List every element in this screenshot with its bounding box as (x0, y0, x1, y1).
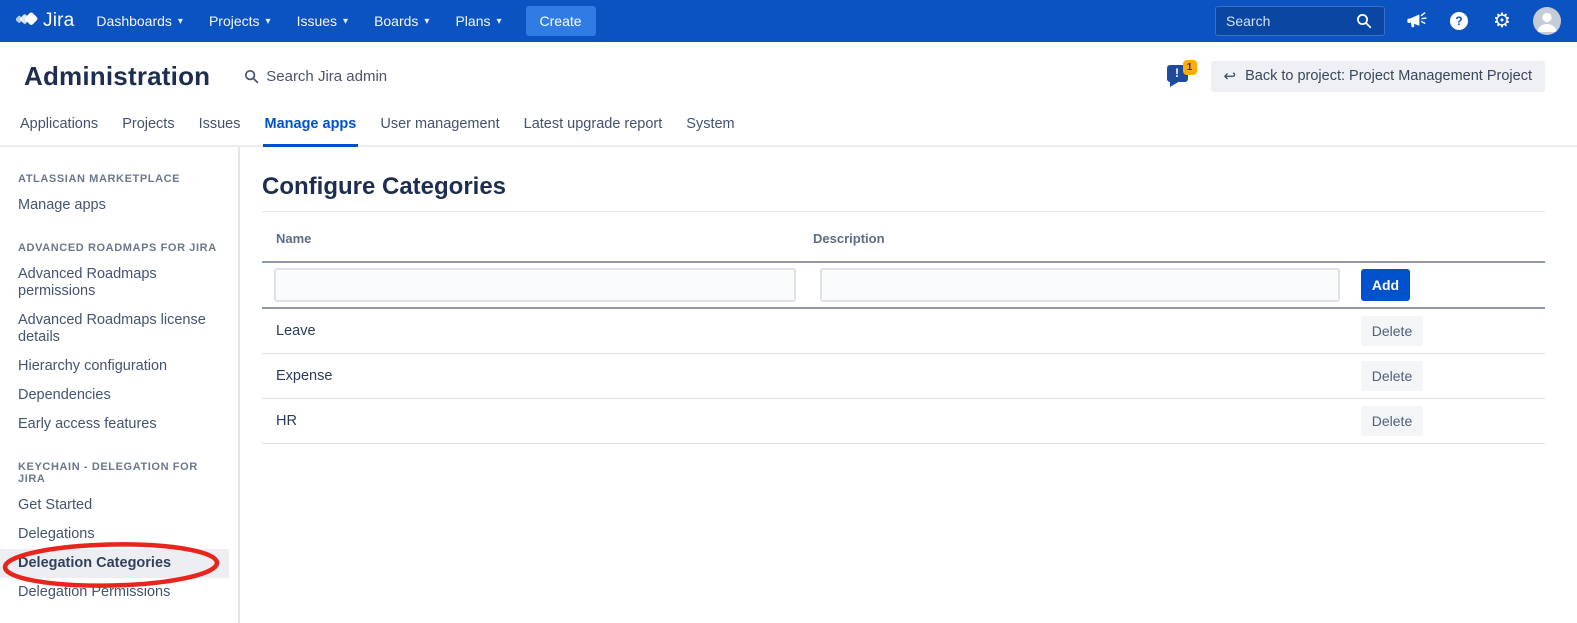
chevron-down-icon: ▾ (343, 15, 348, 27)
nav-search-box[interactable] (1215, 6, 1385, 36)
chevron-down-icon: ▾ (424, 15, 429, 27)
category-name-input[interactable] (274, 268, 796, 302)
sidebar-item-delegation-categories[interactable]: Delegation Categories (0, 549, 229, 578)
table-row: Leave Delete (262, 309, 1545, 354)
sidebar-section-keychain-delegation: KEYCHAIN - DELEGATION FOR JIRA (18, 461, 228, 485)
chevron-down-icon: ▾ (496, 15, 501, 27)
sidebar-item-delegation-permissions[interactable]: Delegation Permissions (18, 578, 223, 607)
notification-icon[interactable]: ! 1 (1167, 62, 1197, 90)
tab-user-management[interactable]: User management (378, 116, 501, 147)
sidebar-item-delegations[interactable]: Delegations (18, 520, 223, 549)
jira-logo-text: Jira (43, 10, 74, 32)
column-header-name: Name (262, 231, 813, 246)
sidebar-item-get-started[interactable]: Get Started (18, 491, 223, 520)
add-button[interactable]: Add (1361, 269, 1410, 301)
sidebar-item-advanced-roadmaps-permissions[interactable]: Advanced Roadmaps permissions (18, 260, 223, 306)
sidebar-section-advanced-roadmaps: ADVANCED ROADMAPS FOR JIRA (18, 242, 228, 254)
chevron-down-icon: ▾ (178, 15, 183, 27)
section-heading: Configure Categories (262, 173, 1545, 212)
admin-tabbar: Applications Projects Issues Manage apps… (0, 110, 1577, 147)
svg-text:?: ? (1455, 14, 1462, 28)
search-icon (244, 69, 259, 84)
main-content: Configure Categories Name Description Ad… (240, 147, 1577, 623)
notification-badge: 1 (1183, 60, 1197, 75)
nav-item-issues[interactable]: Issues ▾ (297, 13, 349, 29)
tab-system[interactable]: System (684, 116, 736, 147)
tab-latest-upgrade-report[interactable]: Latest upgrade report (522, 116, 665, 147)
tab-issues[interactable]: Issues (197, 116, 243, 147)
nav-item-plans[interactable]: Plans ▾ (455, 13, 501, 29)
admin-header: Administration Search Jira admin ! 1 ↩ B… (0, 42, 1577, 110)
delete-button[interactable]: Delete (1361, 361, 1423, 391)
delete-button[interactable]: Delete (1361, 316, 1423, 346)
sidebar-item-early-access-features[interactable]: Early access features (18, 410, 223, 439)
page-title: Administration (24, 61, 210, 92)
avatar[interactable] (1533, 7, 1561, 35)
back-to-project-button[interactable]: ↩ Back to project: Project Management Pr… (1211, 61, 1546, 92)
tab-applications[interactable]: Applications (18, 116, 100, 147)
sidebar-item-advanced-roadmaps-license-details[interactable]: Advanced Roadmaps license details (18, 306, 223, 352)
nav-item-dashboards[interactable]: Dashboards ▾ (96, 13, 183, 29)
sidebar-section-atlassian-marketplace: ATLASSIAN MARKETPLACE (18, 173, 228, 185)
help-icon[interactable]: ? (1447, 9, 1471, 33)
add-category-row: Add (262, 263, 1545, 309)
return-arrow-icon: ↩ (1224, 69, 1237, 84)
delete-button[interactable]: Delete (1361, 406, 1423, 436)
category-description-input[interactable] (820, 268, 1340, 302)
nav-item-boards[interactable]: Boards ▾ (374, 13, 429, 29)
category-name: Expense (262, 368, 813, 384)
sidebar-item-dependencies[interactable]: Dependencies (18, 381, 223, 410)
top-navigation: Jira Dashboards ▾ Projects ▾ Issues ▾ Bo… (0, 0, 1577, 42)
admin-search[interactable]: Search Jira admin (244, 68, 387, 85)
jira-logo[interactable]: Jira (16, 10, 74, 32)
nav-menu: Dashboards ▾ Projects ▾ Issues ▾ Boards … (96, 13, 501, 29)
sidebar-item-manage-apps[interactable]: Manage apps (18, 191, 223, 220)
search-input[interactable] (1226, 13, 1352, 29)
tab-manage-apps[interactable]: Manage apps (263, 116, 359, 147)
create-button[interactable]: Create (526, 6, 596, 36)
table-row: Expense Delete (262, 354, 1545, 399)
category-name: HR (262, 413, 813, 429)
tab-projects[interactable]: Projects (120, 116, 176, 147)
nav-item-projects[interactable]: Projects ▾ (209, 13, 271, 29)
category-name: Leave (262, 323, 813, 339)
chevron-down-icon: ▾ (266, 15, 271, 27)
admin-sidebar: ATLASSIAN MARKETPLACE Manage apps ADVANC… (0, 147, 240, 623)
announcements-icon[interactable] (1404, 9, 1428, 33)
gear-icon[interactable]: ⚙ (1490, 9, 1514, 33)
search-icon[interactable] (1352, 9, 1376, 33)
table-row: HR Delete (262, 399, 1545, 444)
table-header-row: Name Description (262, 215, 1545, 263)
admin-search-label: Search Jira admin (266, 68, 387, 85)
sidebar-item-hierarchy-configuration[interactable]: Hierarchy configuration (18, 352, 223, 381)
categories-table: Name Description Add Leave Delete Expens… (262, 215, 1545, 444)
jira-logo-icon (16, 10, 38, 32)
column-header-description: Description (813, 231, 1340, 246)
